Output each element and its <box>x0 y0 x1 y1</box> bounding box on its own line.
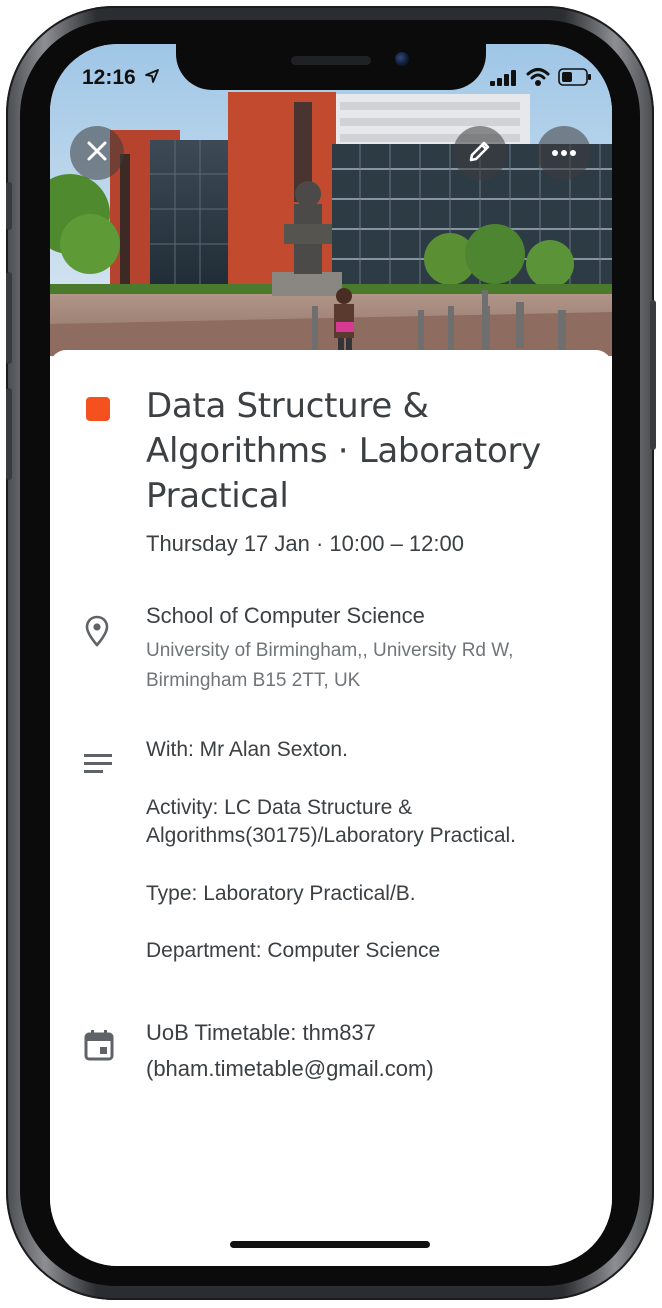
calendar-icon <box>84 1029 114 1066</box>
close-icon <box>86 140 108 167</box>
event-datetime: Thursday 17 Jan · 10:00 – 12:00 <box>146 531 464 556</box>
event-color-indicator <box>86 397 110 421</box>
volume-up-button <box>6 272 12 364</box>
screen: 12:16 Data Structure & Algorithms · Labo… <box>50 44 612 1266</box>
location-address-line: University of Birmingham,, University Rd… <box>146 640 514 661</box>
more-options-icon <box>551 144 577 162</box>
description-with: With: Mr Alan Sexton. <box>146 738 348 761</box>
home-indicator[interactable] <box>230 1241 430 1248</box>
cellular-signal-icon <box>490 70 518 91</box>
close-button[interactable] <box>70 126 124 180</box>
calendar-name-line: UoB Timetable: thm837 <box>146 1020 376 1045</box>
event-title-line: Practical <box>146 476 289 516</box>
calendar-name: UoB Timetable: thm837 (bham.timetable@gm… <box>146 1015 596 1087</box>
description-activity: Activity: LC Data Structure & Algorithms… <box>146 794 596 850</box>
mute-switch <box>6 182 12 230</box>
description-activity-line: Activity: LC Data Structure & <box>146 796 413 819</box>
location-arrow-icon <box>144 68 160 89</box>
status-time: 12:16 <box>82 66 136 89</box>
battery-icon <box>558 68 592 91</box>
event-title: Data Structure & Algorithms · Laboratory… <box>146 384 576 519</box>
event-title-line: Data Structure & <box>146 386 429 426</box>
location-address[interactable]: University of Birmingham,, University Rd… <box>146 636 586 696</box>
calendar-name-line: (bham.timetable@gmail.com) <box>146 1056 434 1081</box>
status-bar: 12:16 <box>50 44 612 104</box>
location-address-line: Birmingham B15 2TT, UK <box>146 670 361 691</box>
notes-icon <box>84 753 114 780</box>
location-name[interactable]: School of Computer Science <box>146 603 425 629</box>
description-activity-line: Algorithms(30175)/Laboratory Practical. <box>146 824 517 847</box>
volume-down-button <box>6 388 12 480</box>
event-title-line: Algorithms · Laboratory <box>146 431 541 471</box>
wifi-icon <box>526 67 550 92</box>
description-type: Type: Laboratory Practical/B. <box>146 882 416 905</box>
event-details-sheet: Data Structure & Algorithms · Laboratory… <box>50 350 612 1266</box>
power-button <box>650 300 656 450</box>
description-department: Department: Computer Science <box>146 939 441 962</box>
edit-button[interactable] <box>453 126 507 180</box>
edit-pencil-icon <box>467 138 493 169</box>
location-pin-icon <box>84 615 110 652</box>
more-options-button[interactable] <box>537 126 591 180</box>
